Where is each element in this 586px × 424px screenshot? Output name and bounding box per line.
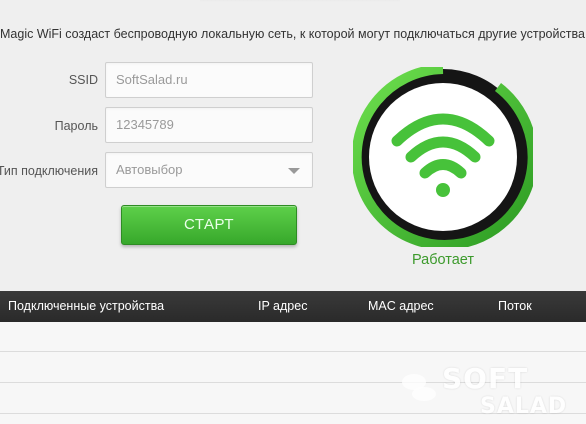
wifi-status-indicator — [351, 64, 538, 250]
ssid-input[interactable]: SoftSalad.ru — [105, 62, 313, 98]
watermark-line1: SOFT — [442, 362, 529, 395]
password-input[interactable]: 12345789 — [105, 107, 313, 143]
connection-type-label: Тип подключения — [0, 164, 98, 178]
title-bar-fragment — [200, 0, 400, 2]
leaf-logo-icon — [402, 374, 436, 401]
status-text: Работает — [411, 252, 475, 268]
connection-type-select[interactable]: Автовыбор — [105, 152, 313, 188]
column-header-flow[interactable]: Поток — [498, 291, 532, 322]
password-label: Пароль — [54, 119, 98, 133]
app-description: Magic WiFi создаст беспроводную локальну… — [0, 27, 586, 41]
softsalad-watermark: SOFT SALAD — [398, 360, 586, 424]
start-button[interactable]: СТАРТ — [121, 205, 297, 245]
ssid-label: SSID — [68, 73, 98, 87]
chevron-down-icon[interactable] — [288, 168, 300, 174]
column-header-ip[interactable]: IP адрес — [258, 291, 307, 322]
table-row-divider — [0, 351, 586, 352]
column-header-devices[interactable]: Подключенные устройства — [8, 291, 164, 322]
connection-type-value: Автовыбор — [116, 162, 183, 177]
devices-table-header: Подключенные устройства IP адрес MAC адр… — [0, 291, 586, 322]
watermark-line2: SALAD — [480, 394, 568, 419]
wifi-icon — [351, 64, 538, 250]
column-header-mac[interactable]: MAC адрес — [368, 291, 434, 322]
